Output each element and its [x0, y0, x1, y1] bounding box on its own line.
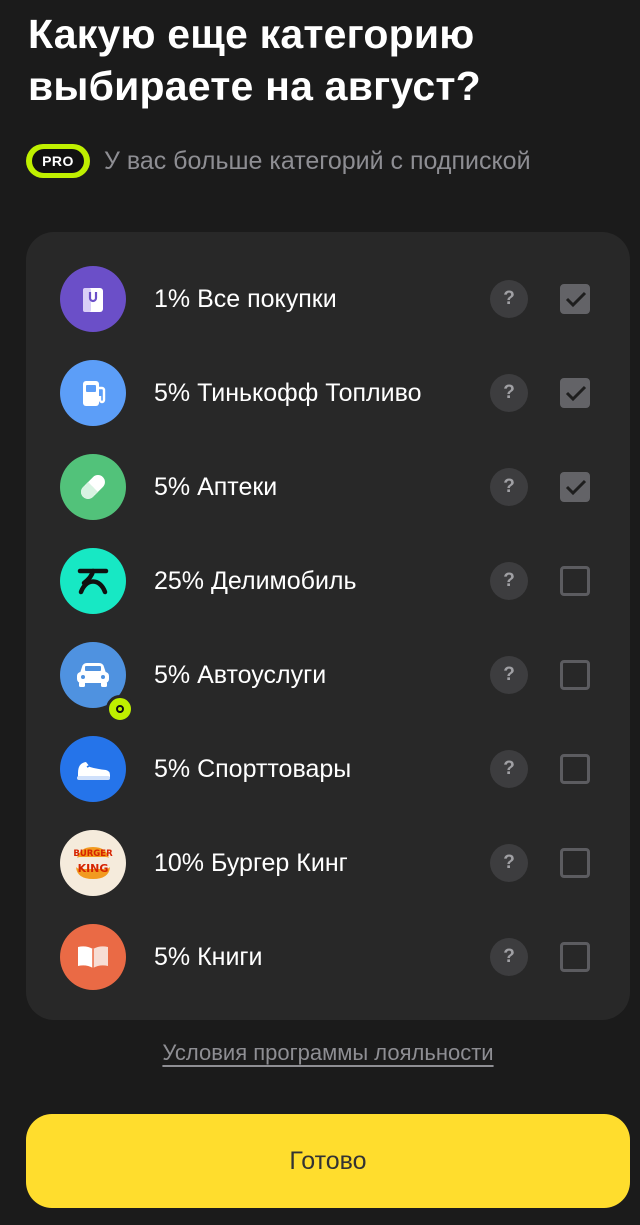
- category-checkbox[interactable]: [560, 472, 590, 502]
- category-row-burger-king[interactable]: BURGER KING 10% Бургер Кинг ?: [26, 816, 630, 910]
- category-label: 5% Книги: [154, 943, 263, 971]
- category-checkbox[interactable]: [560, 566, 590, 596]
- category-checkbox[interactable]: [560, 284, 590, 314]
- category-row-sporting-goods[interactable]: 5% Спорттовары ?: [26, 722, 630, 816]
- pill-icon: [60, 454, 126, 520]
- help-button[interactable]: ?: [490, 468, 528, 506]
- shopping-bag-icon: [60, 266, 126, 332]
- category-label: 5% Аптеки: [154, 473, 278, 501]
- category-label: 25% Делимобиль: [154, 567, 357, 595]
- category-row-delimobil[interactable]: 25% Делимобиль ?: [26, 534, 630, 628]
- category-checkbox[interactable]: [560, 378, 590, 408]
- category-label: 5% Тинькофф Топливо: [154, 379, 422, 407]
- category-label: 10% Бургер Кинг: [154, 849, 348, 877]
- checkmark-icon: [565, 385, 587, 402]
- category-row-tinkoff-fuel[interactable]: 5% Тинькофф Топливо ?: [26, 346, 630, 440]
- delimobil-logo-icon: [60, 548, 126, 614]
- help-button[interactable]: ?: [490, 844, 528, 882]
- help-button[interactable]: ?: [490, 562, 528, 600]
- done-button[interactable]: Готово: [26, 1114, 630, 1208]
- category-label: 5% Автоуслуги: [154, 661, 327, 689]
- help-button[interactable]: ?: [490, 750, 528, 788]
- category-checkbox[interactable]: [560, 660, 590, 690]
- sneaker-icon: [60, 736, 126, 802]
- pro-badge: PRO: [26, 144, 90, 178]
- pro-subscription-note: PRO У вас больше категорий с подпиской: [26, 142, 531, 180]
- pro-note-text: У вас больше категорий с подпиской: [104, 146, 531, 175]
- help-button[interactable]: ?: [490, 656, 528, 694]
- pro-badge-label: PRO: [32, 149, 84, 173]
- help-button[interactable]: ?: [490, 280, 528, 318]
- category-row-pharmacies[interactable]: 5% Аптеки ?: [26, 440, 630, 534]
- fuel-pump-icon: [60, 360, 126, 426]
- category-label: 1% Все покупки: [154, 285, 337, 313]
- pro-subscription-badge-icon: [106, 695, 134, 723]
- svg-text:BURGER: BURGER: [73, 849, 113, 859]
- help-button[interactable]: ?: [490, 938, 528, 976]
- checkmark-icon: [565, 479, 587, 496]
- category-row-all-purchases[interactable]: 1% Все покупки ?: [26, 252, 630, 346]
- category-checkbox[interactable]: [560, 942, 590, 972]
- page-title-line-1: Какую еще категорию: [28, 11, 475, 57]
- burger-king-logo-icon: BURGER KING: [60, 830, 126, 896]
- page-title-line-2: выбираете на август?: [28, 63, 481, 109]
- category-row-books[interactable]: 5% Книги ?: [26, 910, 630, 1004]
- page-title: Какую еще категорию выбираете на август?: [28, 8, 618, 112]
- checkmark-icon: [565, 291, 587, 308]
- open-book-icon: [60, 924, 126, 990]
- category-list: 1% Все покупки ? 5% Тинькофф Топливо ? 5…: [26, 232, 630, 1020]
- svg-text:KING: KING: [78, 862, 109, 875]
- category-label: 5% Спорттовары: [154, 755, 352, 783]
- category-checkbox[interactable]: [560, 754, 590, 784]
- loyalty-terms-link[interactable]: Условия программы лояльности: [0, 1040, 640, 1066]
- help-button[interactable]: ?: [490, 374, 528, 412]
- category-row-auto-services[interactable]: 5% Автоуслуги ?: [26, 628, 630, 723]
- category-checkbox[interactable]: [560, 848, 590, 878]
